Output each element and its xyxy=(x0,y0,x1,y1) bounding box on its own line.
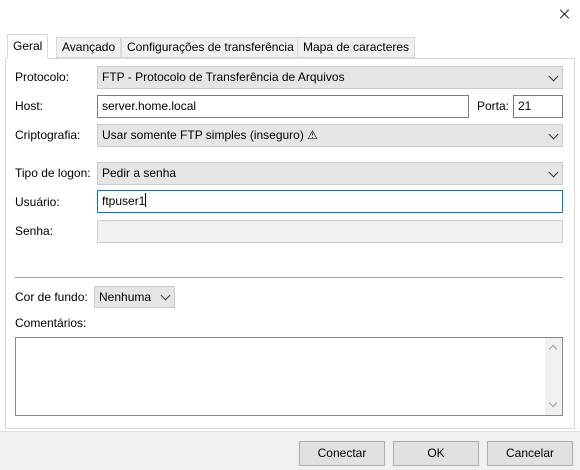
host-input[interactable]: server.home.local xyxy=(97,95,469,118)
protocol-value: FTP - Protocolo de Transferência de Arqu… xyxy=(102,70,345,84)
host-label: Host: xyxy=(15,99,44,113)
background-color-label: Cor de fundo: xyxy=(15,290,88,304)
password-input[interactable] xyxy=(97,220,563,243)
background-color-select[interactable]: Nenhuma xyxy=(94,286,175,308)
password-label: Senha: xyxy=(15,224,54,238)
comments-label: Comentários: xyxy=(15,316,87,330)
user-input[interactable]: ftpuser1 xyxy=(97,190,563,213)
host-value: server.home.local xyxy=(102,99,197,113)
port-input[interactable]: 21 xyxy=(513,95,563,118)
encryption-label: Criptografia: xyxy=(15,128,81,142)
scroll-down-icon[interactable] xyxy=(548,398,558,408)
port-value: 21 xyxy=(518,99,532,113)
connect-button[interactable]: Conectar xyxy=(299,441,385,466)
logon-type-value: Pedir a senha xyxy=(102,166,177,180)
user-label: Usuário: xyxy=(15,195,60,209)
cancel-button[interactable]: Cancelar xyxy=(487,441,573,466)
separator xyxy=(15,277,563,278)
ok-button[interactable]: OK xyxy=(393,441,479,466)
encryption-select[interactable]: Usar somente FTP simples (inseguro) ⚠ xyxy=(97,124,563,147)
tab-mapa-caracteres[interactable]: Mapa de caracteres xyxy=(297,37,416,58)
close-icon[interactable] xyxy=(553,2,577,26)
port-label: Porta: xyxy=(477,99,510,113)
tab-avancado[interactable]: Avançado xyxy=(56,37,122,58)
encryption-value: Usar somente FTP simples (inseguro) ⚠ xyxy=(102,128,318,142)
chevron-down-icon xyxy=(549,74,557,82)
chevron-down-icon xyxy=(161,293,169,301)
tab-geral[interactable]: Geral xyxy=(7,34,49,59)
logon-type-select[interactable]: Pedir a senha xyxy=(97,162,563,185)
chevron-down-icon xyxy=(549,170,557,178)
protocol-select[interactable]: FTP - Protocolo de Transferência de Arqu… xyxy=(97,66,563,89)
user-value: ftpuser1 xyxy=(102,194,146,208)
logon-type-label: Tipo de logon: xyxy=(15,166,91,180)
comments-textarea[interactable] xyxy=(15,337,563,416)
comments-scrollbar[interactable] xyxy=(545,338,562,415)
chevron-down-icon xyxy=(549,132,557,140)
background-color-value: Nenhuma xyxy=(99,290,152,304)
scroll-up-icon[interactable] xyxy=(548,344,558,354)
tab-configuracoes-transferencia[interactable]: Configurações de transferência xyxy=(121,37,300,58)
text-caret xyxy=(145,193,147,207)
protocol-label: Protocolo: xyxy=(15,70,70,84)
